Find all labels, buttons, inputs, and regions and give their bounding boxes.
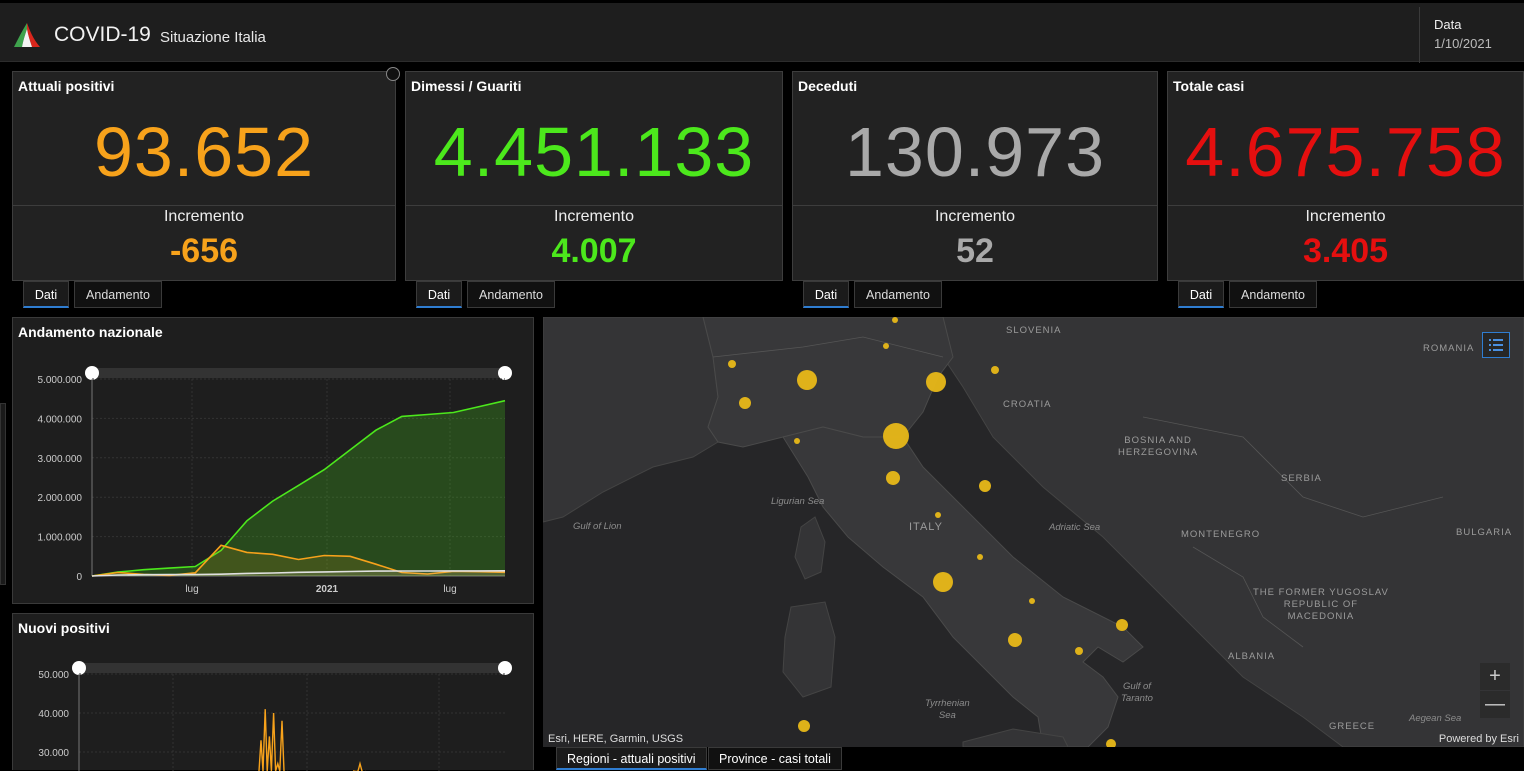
- card-dimessi-guariti: Dimessi / Guariti 4.451.133 Incremento 4…: [405, 71, 783, 281]
- y-tick-label: 40.000: [38, 709, 69, 720]
- y-tick-label: 2.000.000: [38, 493, 83, 504]
- tab-andamento[interactable]: Andamento: [854, 281, 942, 308]
- map-bubble: [979, 480, 991, 492]
- increment-label: Incremento: [934, 208, 1016, 225]
- range-slider-handle-left: [85, 366, 99, 380]
- card-value: 130.973: [844, 113, 1106, 191]
- date-label: Data: [1434, 17, 1462, 32]
- range-slider-handle-right: [498, 661, 512, 675]
- map-bubble: [794, 438, 800, 444]
- tab-dati[interactable]: Dati: [803, 281, 849, 308]
- tab-andamento[interactable]: Andamento: [467, 281, 555, 308]
- map-bubble: [1075, 647, 1083, 655]
- tab-dati[interactable]: Dati: [1178, 281, 1224, 308]
- map-bubbles: [728, 317, 1128, 747]
- top-header: COVID-19 Situazione Italia Data 1/10/202…: [0, 3, 1524, 63]
- range-slider-track: [92, 368, 505, 378]
- map-bubble: [739, 397, 751, 409]
- increment-value: 52: [956, 232, 994, 270]
- date-panel: Data 1/10/2021: [1419, 7, 1524, 63]
- card-value: 4.451.133: [433, 113, 755, 191]
- list-icon[interactable]: [1482, 332, 1510, 358]
- card-title: Deceduti: [798, 78, 858, 94]
- map-bubble: [1008, 633, 1022, 647]
- side-panel-handle[interactable]: [0, 403, 6, 585]
- series-line: [258, 709, 289, 771]
- map-bubble: [892, 317, 898, 323]
- range-slider-track: [79, 663, 505, 673]
- map-bubble: [977, 554, 983, 560]
- tab-dati[interactable]: Dati: [23, 281, 69, 308]
- x-tick-label: lug: [185, 584, 198, 595]
- card-divider: [13, 205, 395, 206]
- map-powered-by[interactable]: Powered by Esri: [1439, 733, 1519, 745]
- y-tick-label: 50.000: [38, 670, 69, 681]
- map-bubble: [1106, 739, 1116, 747]
- map-attribution[interactable]: Esri, HERE, Garmin, USGS: [548, 733, 683, 745]
- map-bubble: [797, 370, 817, 390]
- card-divider: [406, 205, 782, 206]
- panel-nuovi-positivi: Nuovi positivi 50.000 40.000 30.000: [12, 613, 534, 771]
- expand-icon[interactable]: [386, 67, 400, 81]
- card-value: 93.652: [93, 113, 315, 191]
- card-title: Totale casi: [1173, 78, 1245, 94]
- card-value: 4.675.758: [1185, 113, 1506, 191]
- tab-andamento[interactable]: Andamento: [1229, 281, 1317, 308]
- nuovi-positivi-chart: 50.000 40.000 30.000: [38, 661, 512, 771]
- map-bubble: [933, 572, 953, 592]
- x-tick-label: 2021: [316, 584, 339, 595]
- y-tick-label: 1.000.000: [38, 533, 83, 544]
- increment-label: Incremento: [1305, 208, 1386, 225]
- map-bubble: [935, 512, 941, 518]
- map-bubble: [728, 360, 736, 368]
- y-tick-label: 0: [76, 572, 82, 583]
- map-bubble: [886, 471, 900, 485]
- map-bubble: [1029, 598, 1035, 604]
- card-attuali-positivi: Attuali positivi 93.652 Incremento -656: [12, 67, 400, 281]
- increment-value: -656: [169, 232, 239, 270]
- map-bubble: [798, 720, 810, 732]
- tab-regioni-attuali-positivi[interactable]: Regioni - attuali positivi: [556, 747, 707, 770]
- card-title: Dimessi / Guariti: [411, 78, 522, 94]
- y-tick-label: 30.000: [38, 748, 69, 759]
- range-slider-handle-left: [72, 661, 86, 675]
- card-title: Attuali positivi: [18, 78, 115, 94]
- map-bubble: [926, 372, 946, 392]
- tab-dati[interactable]: Dati: [416, 281, 462, 308]
- x-tick-label: lug: [443, 584, 456, 595]
- map-bubble: [991, 366, 999, 374]
- y-tick-label: 3.000.000: [38, 454, 83, 465]
- card-totale-casi: Totale casi 4.675.758 Incremento 3.405: [1167, 71, 1524, 281]
- app-subtitle: Situazione Italia: [160, 29, 266, 46]
- y-tick-label: 5.000.000: [38, 375, 83, 386]
- range-slider-handle-right: [498, 366, 512, 380]
- card-deceduti: Deceduti 130.973 Incremento 52: [792, 71, 1158, 281]
- increment-value: 4.007: [551, 232, 637, 270]
- increment-value: 3.405: [1302, 232, 1389, 270]
- increment-label: Incremento: [163, 208, 245, 225]
- card-divider: [1168, 205, 1523, 206]
- app-title: COVID-19: [54, 23, 151, 46]
- map-bubble: [883, 423, 909, 449]
- date-value: 1/10/2021: [1434, 36, 1492, 51]
- tab-province-casi-totali[interactable]: Province - casi totali: [708, 747, 842, 770]
- increment-label: Incremento: [553, 208, 635, 225]
- andamento-nazionale-chart: 5.000.000 4.000.000 3.000.000 2.000.000 1.00…: [38, 366, 512, 595]
- italy-flag-logo-icon: [14, 23, 40, 47]
- panel-andamento-nazionale: Andamento nazionale 5.000.000 4.000.000 3.…: [12, 317, 534, 604]
- y-tick-label: 4.000.000: [38, 414, 83, 425]
- zoom-in-button[interactable]: +: [1480, 663, 1510, 690]
- series-area: [92, 400, 505, 576]
- map-bubble: [1116, 619, 1128, 631]
- zoom-out-button[interactable]: —: [1480, 691, 1510, 718]
- card-divider: [793, 205, 1157, 206]
- map-view[interactable]: SLOVENIA ROMANIA CROATIA BOSNIA AND HERZ…: [543, 317, 1524, 747]
- map-bubble: [883, 343, 889, 349]
- tab-andamento[interactable]: Andamento: [74, 281, 162, 308]
